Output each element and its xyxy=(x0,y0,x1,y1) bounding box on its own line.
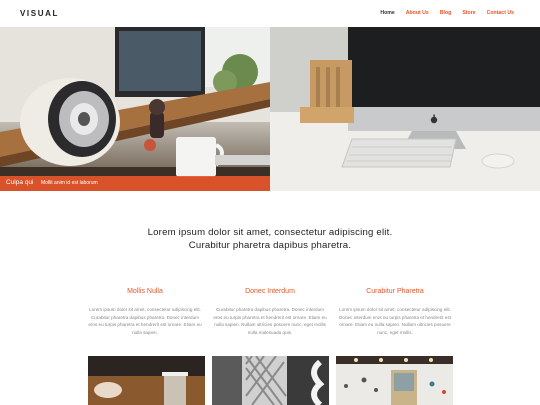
feature-title[interactable]: Curabitur Pharetra xyxy=(336,288,454,295)
thumbnail-image-3[interactable] xyxy=(336,356,453,405)
hero-slider[interactable]: Culpa qui Mollit anim id est laborum xyxy=(0,27,540,191)
nav-contact-us[interactable]: Contact Us xyxy=(487,10,514,16)
thumbnail-pattern-illustration xyxy=(212,356,329,405)
nav-home[interactable]: Home xyxy=(380,10,394,16)
feature-text: Lorem ipsum dolor sit amet, consectetur … xyxy=(88,307,202,335)
feature-column-3: Curabitur Pharetra Lorem ipsum dolor sit… xyxy=(336,288,454,336)
site-logo[interactable]: VISUAL xyxy=(20,9,59,18)
nav-about-us[interactable]: About Us xyxy=(406,10,429,16)
thumbnail-cafe-illustration xyxy=(336,356,453,405)
hero-image-imac xyxy=(270,27,540,191)
feature-text: Curabitur pharetra dapibus pharetra. Don… xyxy=(213,307,327,335)
thumbnail-image-2[interactable] xyxy=(212,356,329,405)
nav-store[interactable]: Store xyxy=(462,10,475,16)
thumbnail-image-1[interactable] xyxy=(88,356,205,405)
tagline-line-1: Lorem ipsum dolor sit amet, consectetur … xyxy=(147,227,393,238)
main-nav: Home About Us Blog Store Contact Us xyxy=(380,10,514,16)
hero-image-speaker: Culpa qui Mollit anim id est laborum xyxy=(0,27,270,191)
caption-subtitle: Mollit anim id est laborum xyxy=(41,180,98,186)
speaker-desk-illustration xyxy=(0,27,270,191)
site-header: VISUAL Home About Us Blog Store Contact … xyxy=(0,0,540,27)
thumbnail-drink-illustration xyxy=(88,356,205,405)
tagline: Lorem ipsum dolor sit amet, consectetur … xyxy=(0,226,540,252)
feature-title[interactable]: Donec Interdum xyxy=(211,288,329,295)
caption-title: Culpa qui xyxy=(6,179,34,186)
feature-column-2: Donec Interdum Curabitur pharetra dapibu… xyxy=(211,288,329,336)
tagline-line-2: Curabitur pharetra dapibus pharetra. xyxy=(188,240,352,251)
nav-blog[interactable]: Blog xyxy=(440,10,452,16)
feature-text: Lorem ipsum dolor sit amet, consectetur … xyxy=(339,307,451,335)
imac-desk-illustration xyxy=(270,27,540,191)
feature-column-1: Mollis Nulla Lorem ipsum dolor sit amet,… xyxy=(86,288,204,336)
slide-caption[interactable]: Culpa qui Mollit anim id est laborum xyxy=(0,176,270,191)
feature-title[interactable]: Mollis Nulla xyxy=(86,288,204,295)
